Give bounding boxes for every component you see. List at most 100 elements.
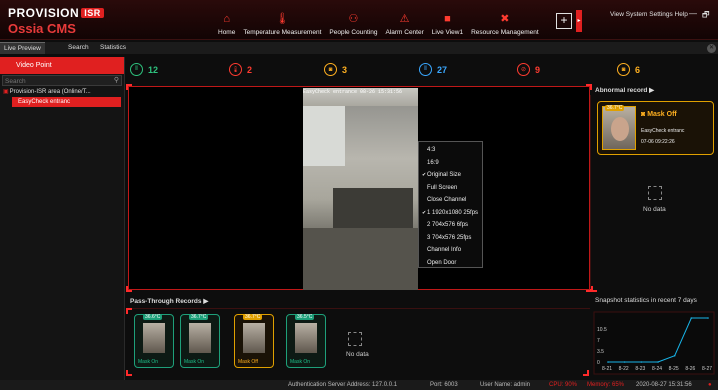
- context-menu-item[interactable]: 3 704x576 25fps: [419, 232, 482, 245]
- y-tick-label: 10.5: [597, 327, 607, 333]
- tree-node-area[interactable]: ▣Provision-ISR area (Online/T...: [0, 87, 124, 97]
- context-menu-label: Channel Info: [427, 247, 462, 253]
- no-data-icon: [648, 186, 662, 200]
- context-menu-label: Close Channel: [427, 197, 467, 203]
- context-menu: 4:3 16:9 ✔ Original Size Full Screen Close Ch…: [418, 141, 483, 268]
- abnormal-record-title[interactable]: Abnormal record ▶: [595, 86, 654, 94]
- context-menu-label: Original Size: [427, 172, 462, 178]
- mask-status: Mask On: [290, 359, 311, 365]
- record-time: 07-06 09:22:26: [641, 139, 675, 145]
- total-icon: ⦀: [419, 63, 432, 76]
- collapse-icon[interactable]: ▣: [3, 89, 9, 95]
- context-menu-item[interactable]: 4:3: [419, 144, 482, 157]
- stat-value: 12: [148, 64, 159, 75]
- video-osd-text: EasyCheck entrance 08-26 15:31:56: [303, 89, 403, 95]
- mask-status: ◙ Mask Off: [641, 111, 677, 118]
- system-menu[interactable]: View System Settings Help: [610, 11, 688, 18]
- nav-item-label: Live View1: [431, 29, 464, 36]
- pass-through-card[interactable]: 36.7°C Mask On: [180, 314, 220, 368]
- pass-through-card[interactable]: 36.7°C Mask Off: [234, 314, 274, 368]
- add-tab-button[interactable]: +: [556, 13, 572, 29]
- stat-value: 6: [635, 64, 641, 75]
- context-menu-label: 16:9: [427, 159, 439, 166]
- temperature-badge: 36.6°C: [143, 314, 163, 320]
- more-tabs-button[interactable]: ▸: [576, 10, 582, 32]
- app-window: PROVISION ISR Ossia CMS ⌂ Home 🌡 Temperature…: [0, 0, 718, 390]
- nav-item-alarm-center[interactable]: ⚠ Alarm Center: [381, 6, 427, 37]
- snapshot-chart: 0 3.5 7 10.5 8-21 8-22 8-23 8-24 8-25 8-26 8-27: [593, 311, 715, 375]
- status-bar: Authentication Server Address: 127.0.0.1…: [0, 380, 718, 390]
- stats-row: ⦀ 12 🌡 2 ◙ 3 ⦀ 27 ⊘ 9 ◙ 6: [128, 63, 718, 81]
- camera-icon: ■: [444, 13, 451, 25]
- pass-through-no-data: No data: [346, 351, 369, 358]
- nav-item-resource-management[interactable]: ✖ Resource Management: [467, 6, 543, 37]
- check-icon: ✔: [422, 172, 427, 178]
- restore-icon[interactable]: 🗗: [702, 9, 710, 23]
- context-menu-item[interactable]: 16:9: [419, 157, 482, 170]
- data-point: [623, 361, 626, 363]
- top-bar: PROVISION ISR Ossia CMS ⌂ Home 🌡 Temperature…: [0, 0, 718, 40]
- context-menu-item[interactable]: Open Door: [419, 257, 482, 270]
- context-menu-label: Open Door: [427, 259, 457, 266]
- nav-item-home[interactable]: ⌂ Home: [214, 6, 239, 37]
- face-snapshot: [143, 323, 165, 353]
- tab-search[interactable]: Search: [64, 42, 93, 54]
- context-menu-item[interactable]: ✔ Original Size: [419, 169, 482, 182]
- data-point: [707, 317, 709, 319]
- context-menu-item[interactable]: Channel Info: [419, 244, 482, 257]
- stat-item: ⦀ 12: [130, 63, 158, 76]
- pass-through-card[interactable]: 36.5°C Mask On: [286, 314, 326, 368]
- x-tick-label: 8-22: [619, 366, 629, 372]
- x-tick-label: 8-21: [602, 366, 612, 372]
- datetime: 2020-08-27 15:31:56: [636, 382, 692, 388]
- search-input[interactable]: [3, 77, 121, 86]
- context-menu-item[interactable]: Full Screen: [419, 182, 482, 195]
- camera-feed[interactable]: EasyCheck entrance 08-26 15:31:56: [303, 88, 418, 290]
- tools-icon: ✖: [500, 13, 510, 25]
- nav-item-label: People Counting: [329, 29, 378, 36]
- alarm-icon[interactable]: ●: [708, 380, 712, 390]
- minimize-icon[interactable]: —: [689, 9, 697, 18]
- sub-tab-bar: Live Preview Search Statistics ✕: [0, 42, 718, 54]
- nav-item-temperature-measurement[interactable]: 🌡 Temperature Measurement: [239, 6, 325, 37]
- stat-item: ◙ 3: [324, 63, 347, 76]
- logo-brand: PROVISION: [8, 6, 80, 20]
- pass-through-title[interactable]: Pass-Through Records ▶: [130, 297, 208, 305]
- context-menu-item[interactable]: Close Channel: [419, 194, 482, 207]
- people-counting-icon: ⚇: [348, 13, 359, 25]
- y-tick-label: 0: [597, 360, 600, 366]
- data-point: [607, 361, 609, 363]
- x-tick-label: 8-26: [685, 366, 695, 372]
- no-mask-icon: ◙: [617, 63, 630, 76]
- temperature-badge: 36.5°C: [295, 314, 315, 320]
- no-entry-icon: ⊘: [517, 63, 530, 76]
- home-icon: ⌂: [223, 13, 230, 25]
- nav-item-label: Home: [218, 29, 236, 36]
- close-icon[interactable]: ✕: [707, 44, 716, 53]
- tab-live-preview[interactable]: Live Preview: [0, 42, 45, 54]
- snapshot-title: Snapshot statistics in recent 7 days: [595, 297, 697, 304]
- nav-item-live-view1[interactable]: ■ Live View1: [428, 6, 467, 37]
- search-icon[interactable]: ⚲: [114, 76, 119, 84]
- tree-node-device[interactable]: EasyCheck entranc: [12, 97, 121, 107]
- face-snapshot: [295, 323, 317, 353]
- check-icon: ✔: [422, 209, 427, 216]
- chart-frame: [593, 311, 715, 375]
- data-point: [640, 361, 643, 363]
- video-frame[interactable]: EasyCheck entrance 08-26 15:31:56: [128, 86, 590, 290]
- nav-item-people-counting[interactable]: ⚇ People Counting: [325, 6, 381, 37]
- abnormal-record-card[interactable]: 36.7°C ◙ Mask Off EasyCheck entranc 07-0…: [597, 101, 714, 155]
- tab-statistics[interactable]: Statistics: [96, 42, 130, 54]
- context-menu-label: Full Screen: [427, 184, 458, 191]
- thermometer-icon: 🌡: [275, 13, 290, 25]
- context-menu-item[interactable]: ✔ 1 1920x1080 25fps: [419, 207, 482, 220]
- stat-item: ◙ 6: [617, 63, 640, 76]
- pass-through-card[interactable]: 36.6°C Mask On: [134, 314, 174, 368]
- abnormal-no-data: No data: [643, 206, 666, 213]
- nav-item-label: Alarm Center: [385, 29, 424, 36]
- cpu-usage: CPU: 90%: [549, 382, 578, 388]
- stat-value: 9: [535, 64, 541, 75]
- y-tick-label: 3.5: [597, 349, 604, 355]
- context-menu-item[interactable]: 2 704x576 6fps: [419, 219, 482, 232]
- context-menu-label: 2 704x576 6fps: [427, 222, 469, 228]
